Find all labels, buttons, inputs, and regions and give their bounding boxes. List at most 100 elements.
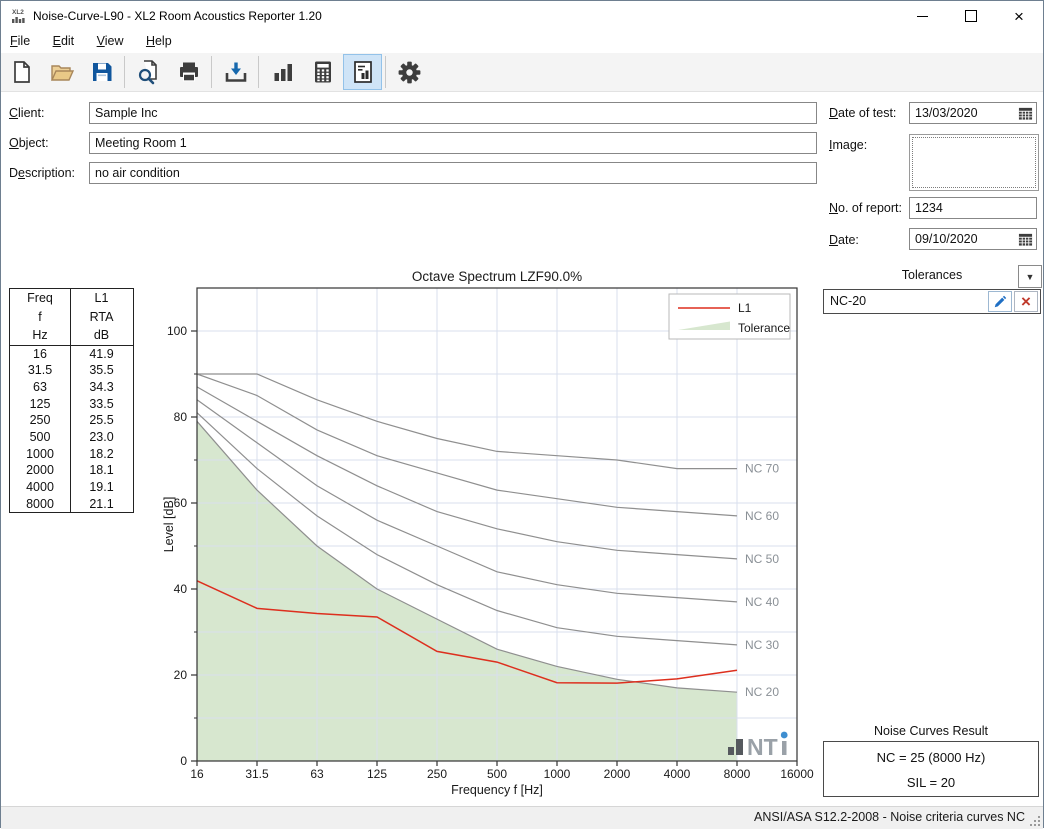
no-of-report-input[interactable] <box>909 197 1037 219</box>
svg-text:NC 40: NC 40 <box>745 595 779 609</box>
settings-gear-icon <box>396 59 423 86</box>
table-cell: 41.9 <box>70 346 132 363</box>
svg-text:NC 60: NC 60 <box>745 509 779 523</box>
calendar-icon <box>1018 232 1033 247</box>
description-input[interactable] <box>89 162 817 184</box>
title-bar: XL2 Noise-Curve-L90 - XL2 Room Acoustics… <box>1 1 1043 31</box>
table-row: 800021.1 <box>10 496 133 513</box>
calculator-button[interactable] <box>303 54 342 90</box>
svg-text:Tolerance: Tolerance <box>738 321 790 335</box>
resize-grip-icon[interactable] <box>1029 815 1041 827</box>
table-cell: 25.5 <box>70 412 132 429</box>
tolerance-row[interactable]: NC-20 × <box>823 289 1041 314</box>
tolerance-delete-button[interactable]: × <box>1014 291 1038 312</box>
table-row: 100018.2 <box>10 446 133 463</box>
image-dropzone[interactable] <box>909 134 1039 191</box>
svg-text:NC 30: NC 30 <box>745 638 779 652</box>
header-line: Hz <box>10 326 70 345</box>
chart-panel: NC 70NC 60NC 50NC 40NC 30NC 201631.56312… <box>161 266 821 801</box>
header-line: dB <box>71 326 132 345</box>
export-button[interactable] <box>216 54 255 90</box>
table-cell: 23.0 <box>70 429 132 446</box>
svg-text:4000: 4000 <box>664 767 691 781</box>
table-cell: 2000 <box>10 462 70 479</box>
maximize-icon <box>965 10 977 22</box>
table-row: 6334.3 <box>10 379 133 396</box>
export-icon <box>223 59 249 85</box>
print-button[interactable] <box>169 54 208 90</box>
date-calendar-button[interactable] <box>1016 230 1034 248</box>
svg-text:1000: 1000 <box>544 767 571 781</box>
svg-text:Octave Spectrum LZF90.0%: Octave Spectrum LZF90.0% <box>412 269 582 284</box>
svg-text:2000: 2000 <box>604 767 631 781</box>
svg-text:500: 500 <box>487 767 507 781</box>
header-line: Freq <box>10 289 70 308</box>
svg-text:20: 20 <box>174 668 188 682</box>
calculator-icon <box>310 59 336 85</box>
close-button[interactable]: × <box>996 1 1042 31</box>
date-of-test-field <box>909 102 1037 124</box>
object-label: Object: <box>9 136 49 150</box>
result-title: Noise Curves Result <box>823 724 1039 738</box>
table-cell: 35.5 <box>70 362 132 379</box>
svg-text:Frequency f [Hz]: Frequency f [Hz] <box>451 783 543 797</box>
report-chart-button[interactable] <box>343 54 382 90</box>
svg-text:NT: NT <box>747 734 778 760</box>
menu-view[interactable]: View <box>88 31 133 52</box>
table-row: 400019.1 <box>10 479 133 496</box>
report-chart-icon <box>350 59 376 85</box>
table-cell: 1000 <box>10 446 70 463</box>
svg-text:XL2: XL2 <box>12 9 24 16</box>
date-label: Date: <box>829 233 859 247</box>
open-file-button[interactable] <box>42 54 81 90</box>
result-nc-value: NC = 25 (8000 Hz) <box>824 750 1038 765</box>
maximize-button[interactable] <box>948 1 994 31</box>
tolerances-dropdown-button[interactable]: ▼ <box>1018 265 1042 288</box>
menu-file[interactable]: File <box>1 31 39 52</box>
menu-help[interactable]: Help <box>137 31 181 52</box>
freq-table-rows: 1641.931.535.56334.312533.525025.550023.… <box>10 346 133 513</box>
date-of-test-calendar-button[interactable] <box>1016 104 1034 122</box>
minimize-button[interactable] <box>899 1 945 31</box>
window-title: Noise-Curve-L90 - XL2 Room Acoustics Rep… <box>33 1 322 31</box>
svg-text:Level [dB]: Level [dB] <box>162 497 176 553</box>
object-input[interactable] <box>89 132 817 154</box>
chevron-down-icon: ▼ <box>1026 272 1035 282</box>
svg-text:8000: 8000 <box>724 767 751 781</box>
tolerances-title: Tolerances <box>823 268 1041 282</box>
toolbar-separator <box>124 56 125 88</box>
levels-button[interactable] <box>263 54 302 90</box>
svg-text:31.5: 31.5 <box>245 767 269 781</box>
toolbar-separator <box>211 56 212 88</box>
svg-text:NC 20: NC 20 <box>745 685 779 699</box>
toolbar-separator <box>258 56 259 88</box>
save-button[interactable] <box>82 54 121 90</box>
table-cell: 33.5 <box>70 396 132 413</box>
result-sil-value: SIL = 20 <box>824 775 1038 790</box>
image-dropzone-inner <box>912 137 1036 188</box>
table-cell: 34.3 <box>70 379 132 396</box>
table-cell: 19.1 <box>70 479 132 496</box>
client-label: Client: <box>9 106 44 120</box>
print-preview-button[interactable] <box>129 54 168 90</box>
client-input[interactable] <box>89 102 817 124</box>
print-preview-icon <box>136 59 162 85</box>
table-row: 50023.0 <box>10 429 133 446</box>
frequency-table-header: FreqfHz L1RTAdB <box>10 289 133 346</box>
table-cell: 125 <box>10 396 70 413</box>
tolerance-name: NC-20 <box>830 290 866 313</box>
image-label: Image: <box>829 138 867 152</box>
tolerance-edit-button[interactable] <box>988 291 1012 312</box>
calendar-icon <box>1018 106 1033 121</box>
open-file-icon <box>49 59 75 85</box>
date-of-test-label: Date of test: <box>829 106 896 120</box>
svg-text:63: 63 <box>310 767 324 781</box>
table-row: 1641.9 <box>10 346 133 363</box>
toolbar-separator <box>385 56 386 88</box>
header-line: L1 <box>71 289 132 308</box>
svg-text:40: 40 <box>174 582 188 596</box>
settings-button[interactable] <box>390 54 429 90</box>
new-file-button[interactable] <box>2 54 41 90</box>
table-cell: 250 <box>10 412 70 429</box>
menu-edit[interactable]: Edit <box>44 31 84 52</box>
